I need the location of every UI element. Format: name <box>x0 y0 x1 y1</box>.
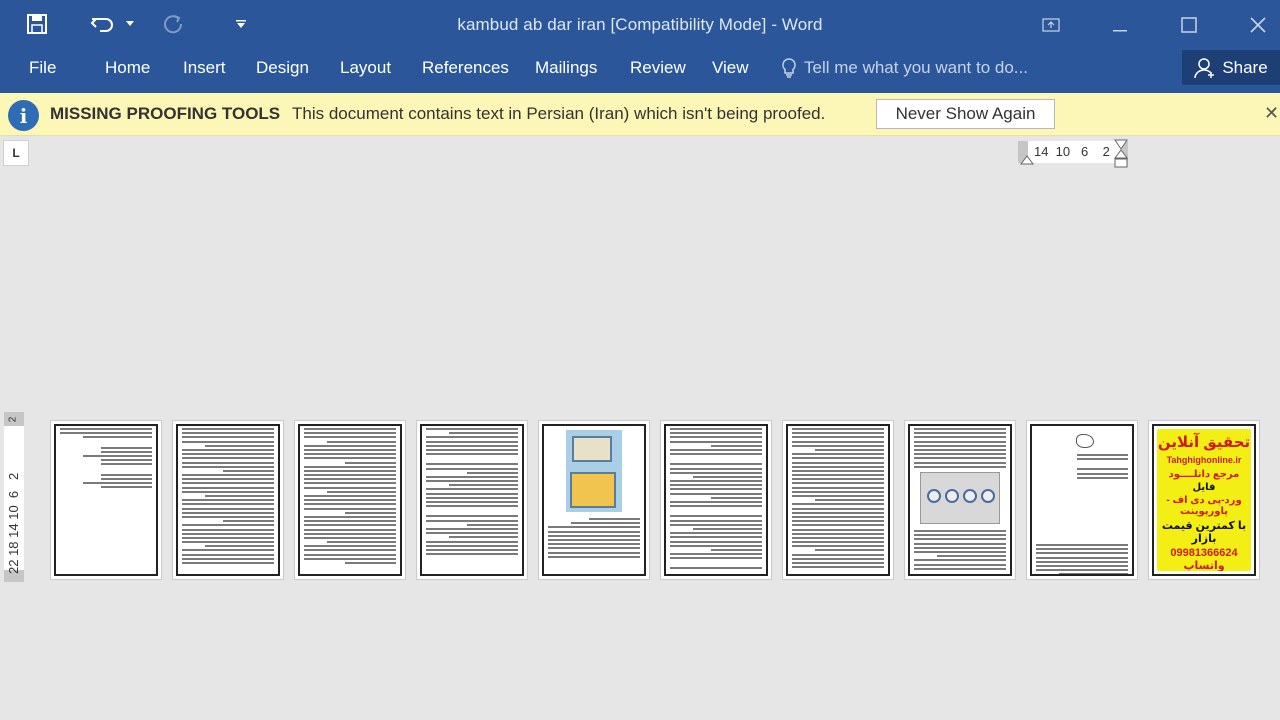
advertisement-page: تحقیق آنلاین Tahghighonline.ir مرجع دانل… <box>1152 424 1256 576</box>
info-icon: i <box>8 100 39 131</box>
page-thumbnail[interactable] <box>1026 420 1138 580</box>
tab-insert[interactable]: Insert <box>183 58 226 78</box>
ad-url: Tahghighonline.ir <box>1166 455 1242 465</box>
minimize-button[interactable] <box>1097 8 1143 42</box>
tab-stop-selector[interactable]: L <box>3 140 29 166</box>
close-message-icon[interactable]: ✕ <box>1264 103 1279 124</box>
proofing-message-bar: i MISSING PROOFING TOOLS This document c… <box>0 93 1280 136</box>
message-title: MISSING PROOFING TOOLS <box>50 104 281 123</box>
share-button[interactable]: Share <box>1182 50 1280 85</box>
water-meter-photo <box>920 472 1000 524</box>
ad-line-2: فایل <box>1192 482 1216 493</box>
page-thumbnail[interactable] <box>294 420 406 580</box>
page-thumbnail[interactable] <box>538 420 650 580</box>
page-with-illustration <box>542 424 646 576</box>
minimize-icon <box>1113 30 1127 32</box>
page-text-content <box>54 424 158 576</box>
page-with-photo <box>908 424 1012 576</box>
maximize-button[interactable] <box>1166 8 1212 42</box>
tab-layout[interactable]: Layout <box>340 58 391 78</box>
page-thumbnail[interactable]: تحقیق آنلاین Tahghighonline.ir مرجع دانل… <box>1148 420 1260 580</box>
close-icon <box>1250 17 1266 33</box>
maximize-icon <box>1181 17 1197 33</box>
page-thumbnail[interactable] <box>660 420 772 580</box>
title-page <box>1030 424 1134 576</box>
close-button[interactable] <box>1235 8 1280 42</box>
share-label: Share <box>1222 57 1268 77</box>
ribbon-tabs: File Home Insert Design Layout Reference… <box>0 50 1280 93</box>
water-tap-illustration <box>566 430 622 512</box>
page-text-content <box>298 424 402 576</box>
person-icon <box>1194 57 1215 78</box>
tab-file[interactable]: File <box>29 58 56 78</box>
tell-me-search[interactable]: Tell me what you want to do... <box>780 57 1028 79</box>
page-thumbnail[interactable] <box>416 420 528 580</box>
tab-references[interactable]: References <box>422 58 509 78</box>
ribbon-display-options-button[interactable] <box>1028 8 1074 42</box>
tab-home[interactable]: Home <box>105 58 150 78</box>
never-show-again-button[interactable]: Never Show Again <box>876 99 1055 129</box>
horizontal-ruler-numbers: 14 10 6 2 <box>1034 144 1110 159</box>
page-thumbnail[interactable] <box>50 420 162 580</box>
message-text: This document contains text in Persian (… <box>292 104 826 123</box>
ad-line-4: با کمترین قیمت بازار <box>1161 520 1247 545</box>
right-indent-marker-icon[interactable] <box>1114 139 1128 169</box>
ad-line-1: مرجع دانلــــود <box>1168 469 1240 480</box>
tab-mailings[interactable]: Mailings <box>535 58 597 78</box>
ad-title: تحقیق آنلاین <box>1157 434 1251 451</box>
page-text-content <box>786 424 890 576</box>
indent-marker-icon[interactable] <box>1020 153 1034 165</box>
vertical-ruler[interactable]: 2 22 18 14 10 6 2 <box>4 412 24 584</box>
window-title: kambud ab dar iran [Compatibility Mode] … <box>457 15 823 34</box>
tell-me-placeholder: Tell me what you want to do... <box>804 58 1028 77</box>
tab-design[interactable]: Design <box>256 58 309 78</box>
tab-view[interactable]: View <box>712 58 749 78</box>
page-text-content <box>420 424 524 576</box>
page-text-content <box>176 424 280 576</box>
page-thumbnail[interactable] <box>782 420 894 580</box>
ad-line-5: 09981366624 واتساپ <box>1170 547 1238 571</box>
ribbon-options-icon <box>1042 18 1060 32</box>
tab-review[interactable]: Review <box>630 58 686 78</box>
horizontal-ruler[interactable]: 14 10 6 2 <box>1018 139 1128 168</box>
page-thumbnail[interactable] <box>172 420 284 580</box>
advertisement-banner: تحقیق آنلاین Tahghighonline.ir مرجع دانل… <box>1157 429 1251 571</box>
title-bar: kambud ab dar iran [Compatibility Mode] … <box>0 0 1280 50</box>
vertical-ruler-top-number: 2 <box>7 416 19 423</box>
page-thumbnail[interactable] <box>904 420 1016 580</box>
tab-stop-label: L <box>12 146 20 160</box>
lightbulb-icon <box>782 58 796 78</box>
document-pages: تحقیق آنلاین Tahghighonline.ir مرجع دانل… <box>50 420 1260 580</box>
page-text-content <box>664 424 768 576</box>
vertical-ruler-numbers: 22 18 14 10 6 2 <box>6 472 21 574</box>
university-logo-icon <box>1076 434 1094 448</box>
ad-line-3: ورد-پی دی اف - پاورپوینت <box>1166 495 1242 517</box>
